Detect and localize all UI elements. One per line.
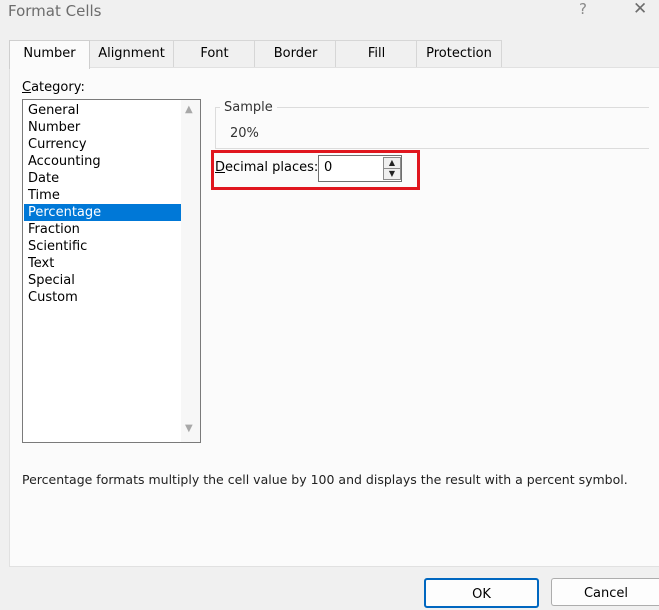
sample-value: 20% (230, 126, 259, 141)
spin-down-arrow-icon[interactable]: ▼ (383, 168, 401, 180)
list-item-special[interactable]: Special (24, 272, 184, 289)
list-item-number[interactable]: Number (24, 119, 184, 136)
list-item-fraction[interactable]: Fraction (24, 221, 184, 238)
list-item-date[interactable]: Date (24, 170, 184, 187)
list-item-scientific[interactable]: Scientific (24, 238, 184, 255)
decimal-places-value[interactable]: 0 (324, 160, 332, 175)
sample-groupbox (215, 107, 649, 149)
category-label: Category: (22, 80, 85, 95)
scroll-down-arrow-icon[interactable]: ▼ (185, 423, 193, 434)
dialog-title: Format Cells (8, 2, 102, 20)
tab-protection[interactable]: Protection (416, 40, 502, 67)
close-icon[interactable]: ✕ (633, 0, 647, 19)
help-icon[interactable]: ? (579, 0, 587, 18)
list-item-custom[interactable]: Custom (24, 289, 184, 306)
format-description: Percentage formats multiply the cell val… (22, 472, 628, 487)
list-item-general[interactable]: General (24, 102, 184, 119)
list-item-currency[interactable]: Currency (24, 136, 184, 153)
decimal-places-spinner[interactable]: 0 ▲ ▼ (318, 155, 402, 182)
tab-border[interactable]: Border (254, 40, 337, 67)
scroll-up-arrow-icon[interactable]: ▲ (185, 104, 193, 115)
tab-font[interactable]: Font (173, 40, 256, 67)
title-bar: Format Cells ? ✕ (0, 0, 659, 28)
list-item-time[interactable]: Time (24, 187, 184, 204)
category-list[interactable]: General Number Currency Accounting Date … (22, 99, 201, 443)
tab-number[interactable]: Number (9, 40, 90, 69)
ok-button[interactable]: OK (424, 578, 539, 608)
list-item-percentage[interactable]: Percentage (24, 204, 184, 221)
list-item-accounting[interactable]: Accounting (24, 153, 184, 170)
list-item-text[interactable]: Text (24, 255, 184, 272)
category-scrollbar[interactable]: ▲ ▼ (181, 100, 200, 442)
tab-fill[interactable]: Fill (335, 40, 418, 67)
decimal-places-label: Decimal places: (215, 160, 319, 175)
sample-label: Sample (220, 100, 277, 115)
tab-alignment[interactable]: Alignment (88, 40, 175, 67)
